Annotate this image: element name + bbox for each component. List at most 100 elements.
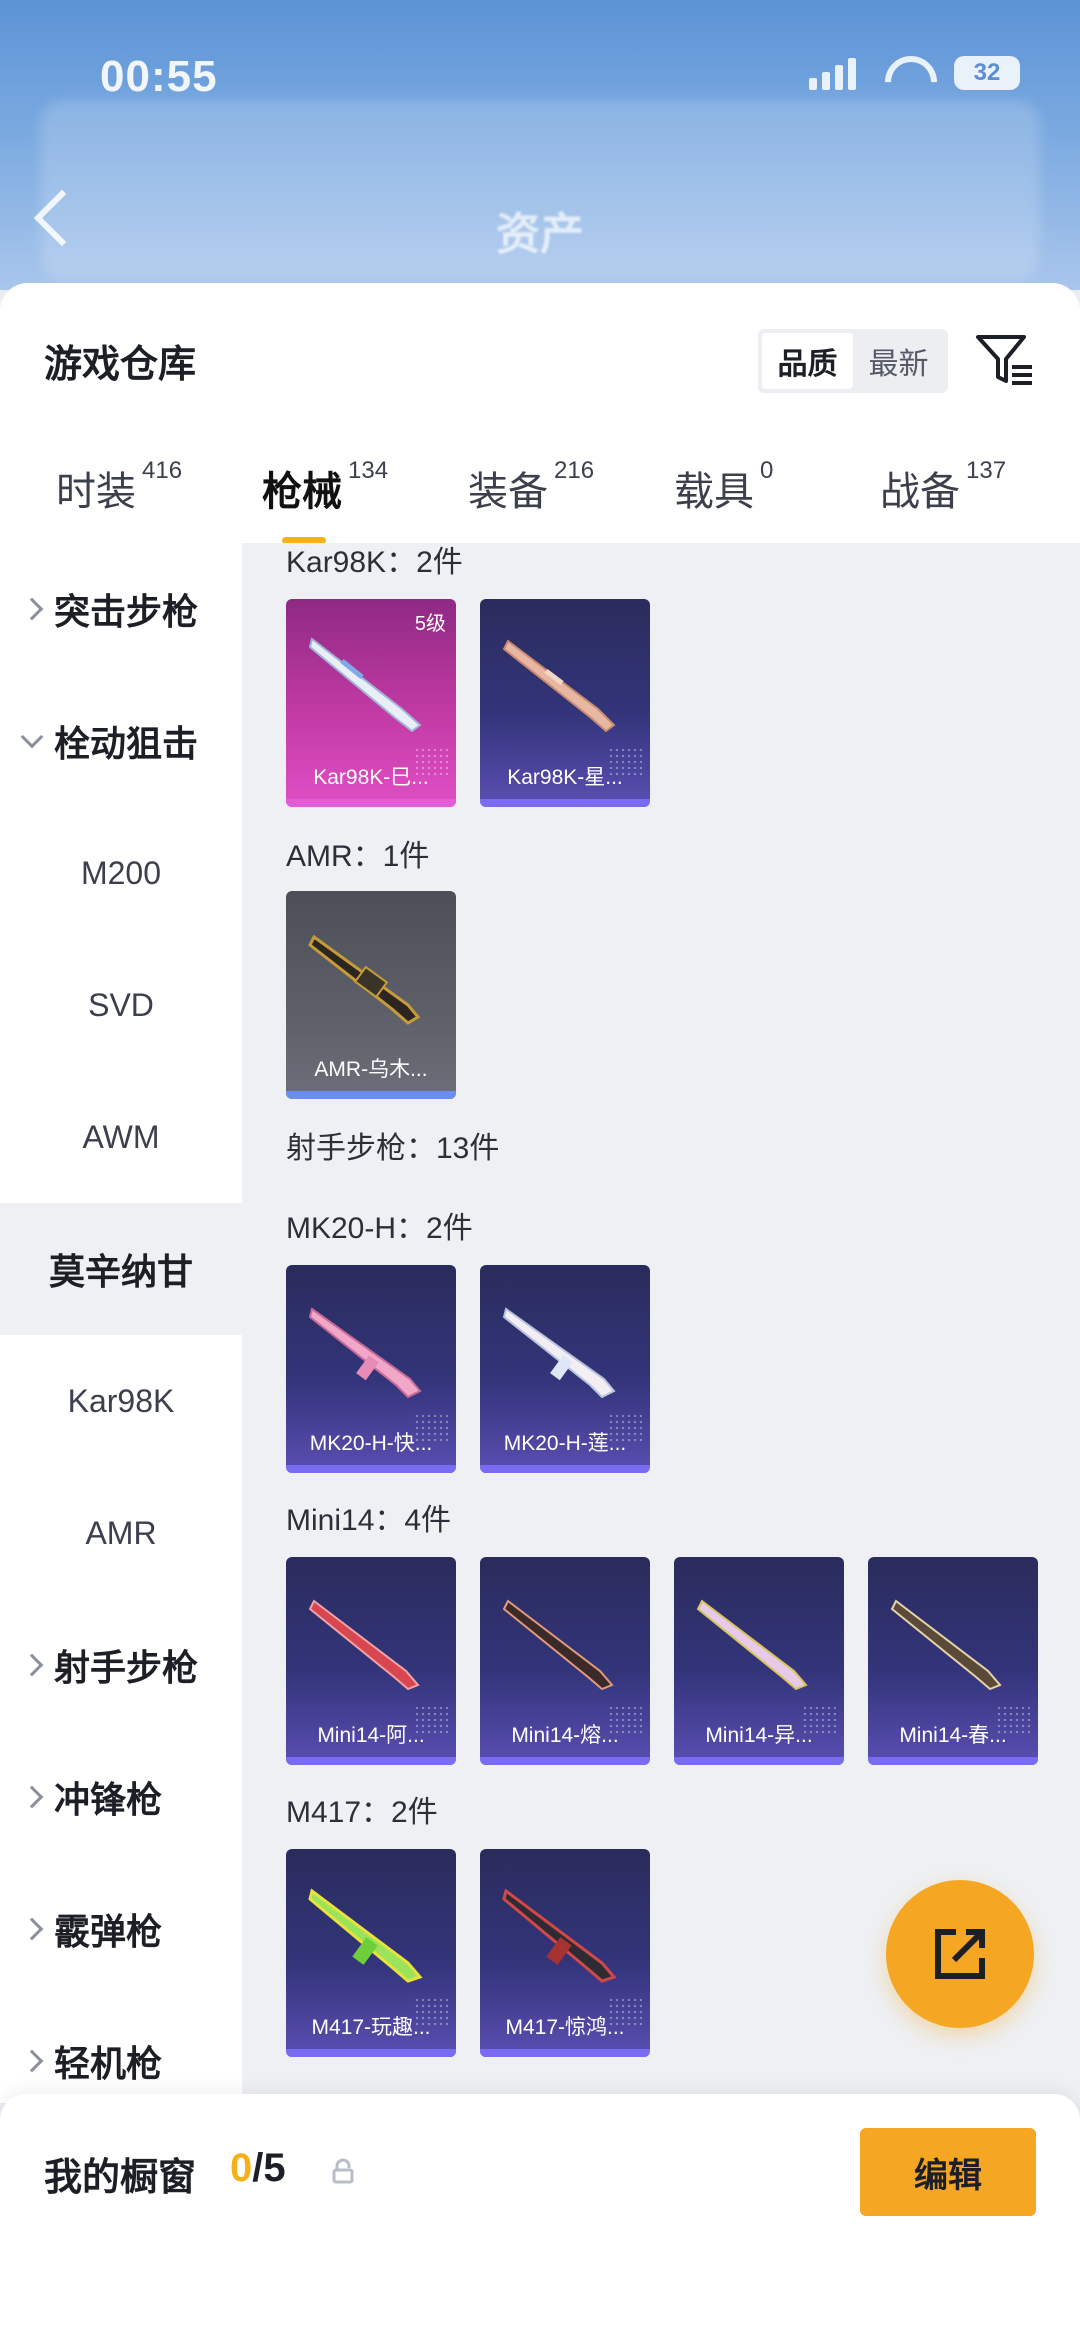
- sidebar-item-marksman-rifle[interactable]: 射手步枪: [0, 1599, 242, 1731]
- sidebar-item-label: 射手步枪: [54, 1647, 199, 1688]
- weapon-card[interactable]: AMR-乌木...: [286, 891, 456, 1099]
- group-title: AMR：1件: [286, 840, 430, 873]
- rarity-stripe: [868, 1757, 1038, 1765]
- rarity-stripe: [480, 1465, 650, 1473]
- rarity-stripe: [480, 799, 650, 807]
- weapon-card[interactable]: Mini14-春...: [868, 1557, 1038, 1765]
- sort-toggle: 品质 最新: [758, 329, 948, 393]
- chevron-down-icon: [20, 725, 44, 749]
- top-app-bar: 00:55 32 资产: [0, 0, 1080, 290]
- group-title: M417：2件: [286, 1796, 438, 1829]
- weapon-name: Mini14-熔...: [511, 1724, 619, 1747]
- tab-fashion[interactable]: 时装 416: [56, 457, 183, 517]
- status-time: 00:55: [100, 52, 218, 101]
- sidebar-item-amr[interactable]: AMR: [0, 1467, 242, 1599]
- sheet-header: 游戏仓库 品质 最新 时装 416 枪械 134 装备 216 载具 0 战备 …: [0, 283, 1080, 544]
- sidebar-item-svd[interactable]: SVD: [0, 939, 242, 1071]
- tab-tactical-gear[interactable]: 战备 137: [880, 457, 1007, 517]
- sidebar-item-label: 霰弹枪: [54, 1911, 163, 1952]
- share-icon: [935, 1929, 985, 1979]
- weapon-card[interactable]: MK20-H-快...: [286, 1265, 456, 1473]
- weapon-card[interactable]: MK20-H-莲...: [480, 1265, 650, 1473]
- sidebar-item-mosin-nagant[interactable]: 莫辛纳甘: [0, 1203, 242, 1335]
- tab-count: 137: [966, 457, 1007, 484]
- weapon-name: MK20-H-莲...: [503, 1432, 627, 1455]
- weapon-name: MK20-H-快...: [309, 1432, 433, 1455]
- sort-newest-button[interactable]: 最新: [853, 333, 944, 389]
- sidebar-item-smg[interactable]: 冲锋枪: [0, 1731, 242, 1863]
- rarity-stripe: [480, 2049, 650, 2057]
- sort-quality-button[interactable]: 品质: [762, 333, 853, 389]
- weapon-card[interactable]: Kar98K-星...: [480, 599, 650, 807]
- group-title: Mini14：4件: [286, 1504, 452, 1537]
- sidebar-item-lmg[interactable]: 轻机枪: [0, 1995, 242, 2103]
- chevron-right-icon: [20, 1653, 44, 1677]
- filter-icon[interactable]: [972, 327, 1036, 391]
- tab-count: 416: [142, 457, 183, 484]
- weapon-name: Mini14-异...: [705, 1724, 813, 1747]
- sidebar-item-awm[interactable]: AWM: [0, 1071, 242, 1203]
- showcase-total: /5: [252, 2146, 286, 2190]
- warehouse-sheet: 游戏仓库 品质 最新 时装 416 枪械 134 装备 216 载具 0 战备 …: [0, 283, 1080, 2103]
- sidebar-item-label: 栓动狙击: [54, 723, 199, 764]
- sidebar-item-label: Kar98K: [67, 1382, 175, 1419]
- chevron-right-icon: [20, 1917, 44, 1941]
- weapon-card[interactable]: Mini14-异...: [674, 1557, 844, 1765]
- tab-vehicles[interactable]: 载具 0: [674, 457, 774, 517]
- weapon-card[interactable]: Mini14-阿...: [286, 1557, 456, 1765]
- rarity-stripe: [286, 1757, 456, 1765]
- weapon-card[interactable]: 5级 Kar98K-巳...: [286, 599, 456, 807]
- sidebar-item-kar98k[interactable]: Kar98K: [0, 1335, 242, 1467]
- sidebar-item-bolt-action-sniper[interactable]: 栓动狙击: [0, 675, 242, 807]
- sidebar-item-label: 冲锋枪: [54, 1779, 163, 1820]
- rifle-icon: [502, 1888, 617, 1983]
- page-title: 游戏仓库: [44, 344, 197, 386]
- showcase-bar: 我的橱窗 0/5 编辑: [0, 2094, 1080, 2341]
- tab-firearms[interactable]: 枪械 134: [262, 457, 389, 517]
- share-button[interactable]: [886, 1880, 1034, 2028]
- rarity-stripe: [480, 1757, 650, 1765]
- weapon-card[interactable]: M417-玩趣...: [286, 1849, 456, 2057]
- tab-count: 134: [348, 457, 389, 484]
- rifle-icon: [308, 637, 422, 733]
- weapon-name: AMR-乌木...: [314, 1058, 428, 1081]
- signal-icon: [809, 56, 856, 90]
- sidebar-item-label: 莫辛纳甘: [48, 1251, 193, 1292]
- showcase-label: 我的橱窗: [44, 2157, 197, 2199]
- rifle-icon: [308, 1888, 423, 1983]
- weapon-card[interactable]: Mini14-熔...: [480, 1557, 650, 1765]
- weapon-name: M417-惊鸿...: [505, 2016, 625, 2039]
- rarity-stripe: [674, 1757, 844, 1765]
- chevron-right-icon: [20, 2049, 44, 2073]
- sidebar-item-shotgun[interactable]: 霰弹枪: [0, 1863, 242, 1995]
- weapon-card[interactable]: M417-惊鸿...: [480, 1849, 650, 2057]
- tab-label: 时装: [56, 470, 136, 514]
- rarity-stripe: [286, 799, 456, 807]
- sidebar-item-assault-rifle[interactable]: 突击步枪: [0, 543, 242, 675]
- rarity-stripe: [286, 2049, 456, 2057]
- tab-equipment[interactable]: 装备 216: [468, 457, 595, 517]
- sidebar-item-label: AWM: [82, 1118, 160, 1155]
- sidebar-item-label: 轻机枪: [54, 2043, 163, 2084]
- sidebar-item-m200[interactable]: M200: [0, 807, 242, 939]
- rarity-stripe: [286, 1091, 456, 1099]
- showcase-current: 0: [230, 2146, 253, 2190]
- tab-count: 216: [554, 457, 595, 484]
- edit-button[interactable]: 编辑: [860, 2128, 1036, 2216]
- tab-label: 载具: [674, 470, 754, 514]
- rifle-icon: [502, 1599, 614, 1691]
- weapon-name: Mini14-春...: [899, 1724, 1007, 1747]
- weapon-type-sidebar: 突击步枪 栓动狙击 M200 SVD AWM 莫辛纳甘 Kar98K AMR 射…: [0, 543, 242, 2103]
- chevron-right-icon: [20, 597, 44, 621]
- showcase-count: 0/5: [230, 2146, 286, 2191]
- rifle-icon: [308, 1307, 422, 1399]
- tab-count: 0: [760, 457, 774, 484]
- rifle-icon: [502, 1307, 616, 1399]
- rifle-icon: [308, 934, 421, 1025]
- weapon-name: Kar98K-巳...: [313, 766, 429, 789]
- weapon-name: M417-玩趣...: [311, 2016, 431, 2039]
- rifle-icon: [696, 1599, 808, 1691]
- sidebar-item-label: 突击步枪: [54, 591, 199, 632]
- group-title: 射手步枪：13件: [286, 1132, 500, 1165]
- group-title: MK20-H：2件: [286, 1212, 473, 1245]
